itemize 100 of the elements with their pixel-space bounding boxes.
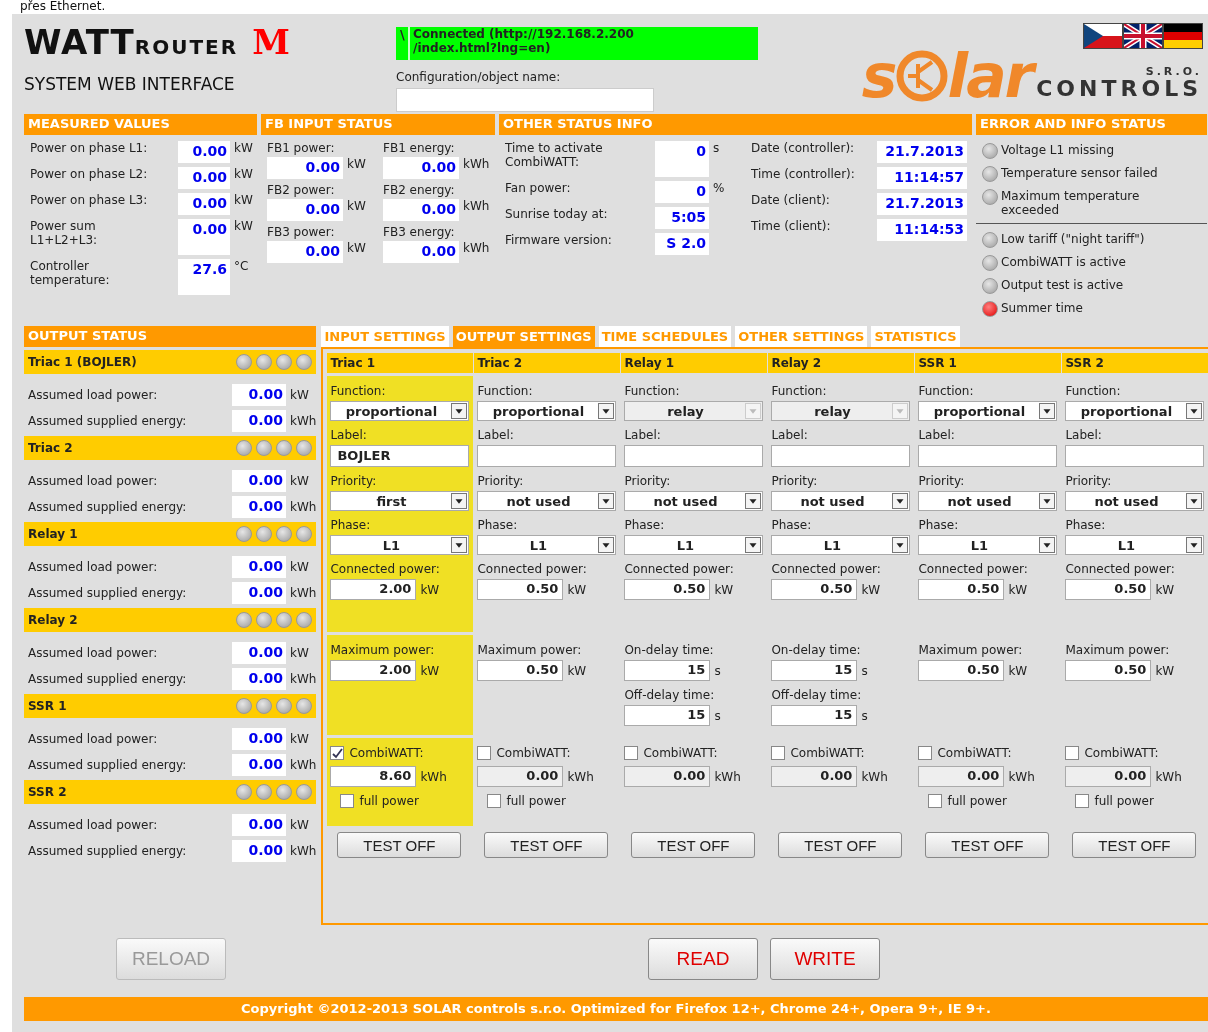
dropdown-select[interactable]: L1 bbox=[477, 535, 617, 555]
test-button[interactable]: TEST OFF bbox=[337, 832, 462, 858]
value-display: 0.00 bbox=[267, 157, 343, 179]
test-button[interactable]: TEST OFF bbox=[484, 832, 609, 858]
field-label: FB2 energy: bbox=[383, 183, 456, 197]
dropdown-select[interactable]: L1 bbox=[1065, 535, 1205, 555]
checkbox-label: CombiWATT: bbox=[643, 746, 718, 760]
number-field[interactable]: 0.50 bbox=[1065, 579, 1152, 600]
value-display: 0.00 bbox=[267, 241, 343, 263]
number-field[interactable]: 0.50 bbox=[477, 579, 564, 600]
unit-label: kWh bbox=[290, 414, 317, 428]
field-label: Connected power: bbox=[477, 562, 588, 576]
unit-label: kW bbox=[420, 582, 440, 597]
unit-label: kW bbox=[1008, 663, 1028, 678]
checkbox-label: full power bbox=[359, 794, 419, 808]
logo-text: s bbox=[861, 46, 896, 106]
field-label: FB1 power: bbox=[267, 141, 336, 155]
field-label: Function: bbox=[330, 384, 387, 398]
dropdown-select[interactable]: L1 bbox=[330, 535, 470, 555]
number-field[interactable]: 15 bbox=[771, 660, 858, 681]
checkbox-label: CombiWATT: bbox=[937, 746, 1012, 760]
dropdown-select[interactable]: proportional bbox=[1065, 401, 1205, 421]
number-field[interactable]: 0.50 bbox=[624, 579, 711, 600]
number-field[interactable]: 2.00 bbox=[330, 579, 417, 600]
field-label: Connected power: bbox=[624, 562, 735, 576]
column-header: Triac 2 bbox=[474, 353, 621, 373]
unit-label: kW bbox=[1155, 663, 1175, 678]
test-button[interactable]: TEST OFF bbox=[778, 832, 903, 858]
unit-label: kW bbox=[347, 199, 366, 213]
action-button[interactable]: READ bbox=[648, 938, 758, 980]
value-display: 0.00 bbox=[383, 199, 459, 221]
dropdown-select[interactable]: not used bbox=[771, 491, 911, 511]
number-field[interactable]: 15 bbox=[624, 705, 711, 726]
number-field[interactable]: 0.00 bbox=[918, 766, 1005, 787]
field-label: Date (controller): bbox=[751, 141, 856, 155]
status-label: Output test is active bbox=[1001, 278, 1124, 292]
checkbox-label: full power bbox=[506, 794, 566, 808]
field-label: Power sum L1+L2+L3: bbox=[30, 219, 99, 247]
number-field[interactable]: 15 bbox=[771, 705, 858, 726]
value-display: 11:14:57 bbox=[877, 167, 967, 189]
dropdown-select[interactable]: L1 bbox=[918, 535, 1058, 555]
field-label: Assumed load power: bbox=[28, 646, 159, 660]
number-field[interactable]: 0.50 bbox=[1065, 660, 1152, 681]
number-field[interactable]: 8.60 bbox=[330, 766, 417, 787]
value-display: 0.00 bbox=[267, 199, 343, 221]
unit-label: kW bbox=[290, 646, 309, 660]
unit-label: s bbox=[714, 663, 721, 678]
number-field[interactable]: 0.50 bbox=[771, 579, 858, 600]
dropdown-select[interactable]: not used bbox=[1065, 491, 1205, 511]
field-label: FB3 energy: bbox=[383, 225, 456, 239]
dropdown-select[interactable]: not used bbox=[918, 491, 1058, 511]
value-display: 27.6 bbox=[178, 259, 230, 295]
dropdown-select[interactable]: proportional bbox=[477, 401, 617, 421]
output-header: SSR 2 bbox=[24, 780, 317, 804]
test-button[interactable]: TEST OFF bbox=[925, 832, 1050, 858]
test-button[interactable]: TEST OFF bbox=[1072, 832, 1197, 858]
dropdown-select[interactable]: not used bbox=[624, 491, 764, 511]
number-field[interactable]: 0.00 bbox=[1065, 766, 1152, 787]
dropdown-select[interactable]: proportional bbox=[918, 401, 1058, 421]
status-label: Maximum temperature exceeded bbox=[1001, 189, 1140, 217]
unit-label: kW bbox=[290, 732, 309, 746]
unit-label: kWh bbox=[290, 672, 317, 686]
dropdown-select[interactable]: L1 bbox=[771, 535, 911, 555]
input-field[interactable]: BOJLER bbox=[330, 445, 470, 467]
number-field[interactable]: 15 bbox=[624, 660, 711, 681]
field-label: FB1 energy: bbox=[383, 141, 456, 155]
field-label: Label: bbox=[771, 428, 809, 442]
unit-label: kW bbox=[234, 167, 254, 181]
dropdown-select[interactable]: not used bbox=[477, 491, 617, 511]
output-header: SSR 1 bbox=[24, 694, 317, 718]
field-label: Configuration/object name: bbox=[396, 70, 562, 84]
field-label: Assumed supplied energy: bbox=[28, 672, 188, 686]
status-label: Voltage L1 missing bbox=[1001, 143, 1115, 157]
field-label: Connected power: bbox=[1065, 562, 1176, 576]
number-field[interactable]: 2.00 bbox=[330, 660, 417, 681]
brand-title: WATT bbox=[24, 22, 135, 62]
action-button[interactable]: WRITE bbox=[770, 938, 880, 980]
dropdown-select[interactable]: L1 bbox=[624, 535, 764, 555]
field-label: Function: bbox=[1065, 384, 1122, 398]
unit-label: s bbox=[861, 708, 868, 723]
unit-label: s bbox=[861, 663, 868, 678]
number-field[interactable]: 0.00 bbox=[771, 766, 858, 787]
unit-label: kWh bbox=[861, 769, 888, 784]
dropdown-select[interactable]: proportional bbox=[330, 401, 470, 421]
value-display: 0.00 bbox=[178, 219, 230, 255]
dropdown-select[interactable]: first bbox=[330, 491, 470, 511]
number-field[interactable]: 0.00 bbox=[477, 766, 564, 787]
test-button[interactable]: TEST OFF bbox=[631, 832, 756, 858]
field-label: Priority: bbox=[918, 474, 966, 488]
field-label: Off-delay time: bbox=[771, 688, 863, 702]
value-display: 0.00 bbox=[232, 642, 286, 664]
value-display: 21.7.2013 bbox=[877, 193, 967, 215]
number-field[interactable]: 0.50 bbox=[477, 660, 564, 681]
number-field[interactable]: 0.50 bbox=[918, 579, 1005, 600]
number-field[interactable]: 0.50 bbox=[918, 660, 1005, 681]
unit-label: kW bbox=[861, 582, 881, 597]
field-label: Phase: bbox=[918, 518, 960, 532]
number-field[interactable]: 0.00 bbox=[624, 766, 711, 787]
field-label: Priority: bbox=[330, 474, 378, 488]
field-label: Time (controller): bbox=[751, 167, 856, 181]
